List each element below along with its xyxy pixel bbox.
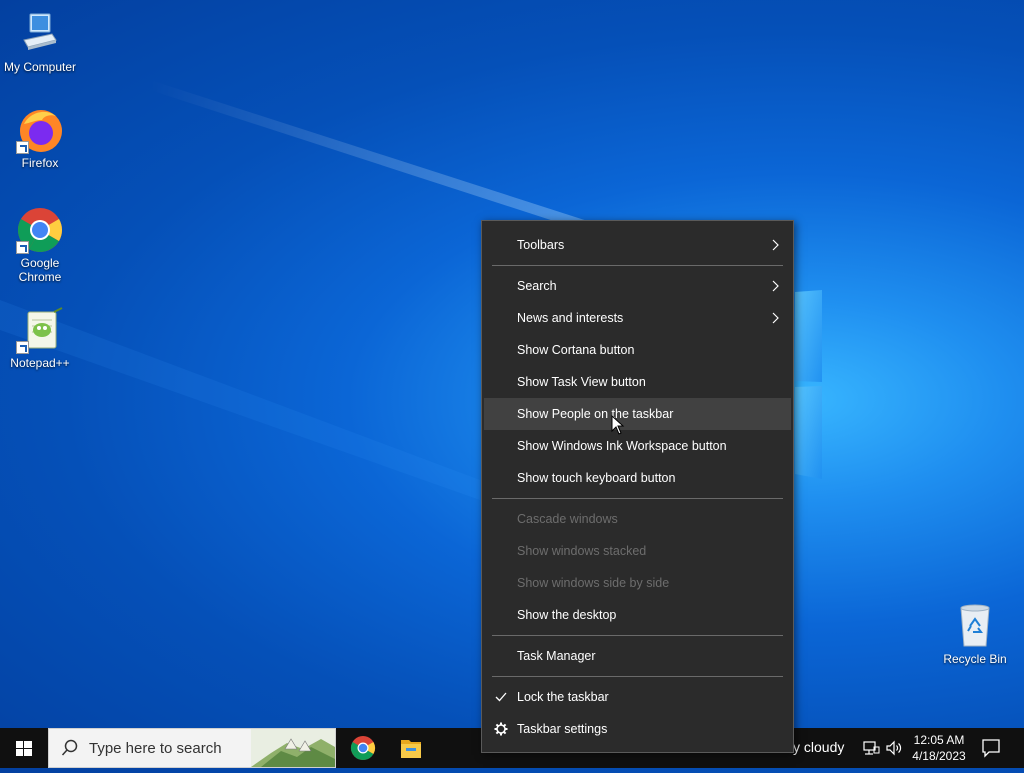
menu-item-label: Show windows side by side — [517, 576, 670, 590]
shortcut-arrow-icon — [16, 341, 29, 354]
search-icon — [61, 739, 78, 756]
taskbar-clock[interactable]: 12:05 AM 4/18/2023 — [906, 732, 972, 764]
menu-item-show-people-on-taskbar[interactable]: Show People on the taskbar — [484, 398, 791, 430]
chevron-right-icon — [772, 239, 779, 251]
firefox-icon — [16, 106, 64, 154]
menu-item-show-windows-stacked: Show windows stacked — [484, 535, 791, 567]
notepadpp-icon — [16, 306, 64, 354]
menu-item-label: Show touch keyboard button — [517, 471, 676, 485]
menu-separator — [492, 498, 783, 499]
desktop-icon-firefox[interactable]: Firefox — [0, 106, 80, 170]
desktop-icon-label: Notepad++ — [10, 356, 70, 370]
menu-item-label: Taskbar settings — [517, 722, 608, 736]
menu-item-lock-the-taskbar[interactable]: Lock the taskbar — [484, 681, 791, 713]
volume-icon[interactable] — [884, 738, 904, 758]
action-center-icon[interactable] — [980, 737, 1002, 759]
menu-separator — [492, 676, 783, 677]
menu-item-label: Show People on the taskbar — [517, 407, 674, 421]
menu-item-label: Cascade windows — [517, 512, 618, 526]
windows-logo-icon — [16, 741, 32, 756]
recycle-bin-icon — [951, 602, 999, 650]
menu-separator — [492, 265, 783, 266]
file-explorer-icon — [401, 740, 421, 758]
gear-icon — [494, 722, 508, 736]
network-icon[interactable] — [861, 738, 881, 758]
desktop-icon-google-chrome[interactable]: Google Chrome — [0, 206, 80, 284]
menu-item-label: Lock the taskbar — [517, 690, 609, 704]
search-placeholder: Type here to search — [89, 740, 222, 757]
taskbar-search-box[interactable]: Type here to search — [48, 728, 336, 768]
menu-item-label: Toolbars — [517, 238, 565, 252]
shortcut-arrow-icon — [16, 141, 29, 154]
menu-item-show-the-desktop[interactable]: Show the desktop — [484, 599, 791, 631]
menu-item-news-and-interests[interactable]: News and interests — [484, 302, 791, 334]
clock-time: 12:05 AM — [913, 733, 965, 747]
chevron-right-icon — [772, 312, 779, 324]
menu-item-show-task-view-button[interactable]: Show Task View button — [484, 366, 791, 398]
menu-item-label: Show Task View button — [517, 375, 646, 389]
desktop-icon-recycle-bin[interactable]: Recycle Bin — [935, 602, 1015, 666]
menu-item-search[interactable]: Search — [484, 270, 791, 302]
shortcut-arrow-icon — [16, 241, 29, 254]
menu-separator — [492, 635, 783, 636]
weather-widget-text[interactable]: y cloudy — [793, 739, 844, 755]
menu-item-show-cortana-button[interactable]: Show Cortana button — [484, 334, 791, 366]
menu-item-label: Show the desktop — [517, 608, 617, 622]
start-button[interactable] — [0, 728, 48, 768]
menu-item-show-windows-side-by-side: Show windows side by side — [484, 567, 791, 599]
menu-item-task-manager[interactable]: Task Manager — [484, 640, 791, 672]
chrome-icon — [16, 206, 64, 254]
chrome-icon — [350, 736, 376, 761]
desktop-icon-label: Recycle Bin — [943, 652, 1007, 666]
chevron-right-icon — [772, 280, 779, 292]
taskbar-context-menu: Toolbars Search News and interests Show … — [481, 220, 794, 753]
menu-item-toolbars[interactable]: Toolbars — [484, 229, 791, 261]
taskbar-app-chrome[interactable] — [339, 728, 387, 768]
checkmark-icon — [495, 692, 507, 702]
desktop-icon-my-computer[interactable]: My Computer — [0, 10, 80, 74]
computer-icon — [16, 10, 64, 58]
menu-item-label: Show Cortana button — [517, 343, 635, 357]
taskbar-app-file-explorer[interactable] — [387, 728, 435, 768]
mouse-cursor-icon — [611, 415, 625, 435]
menu-item-show-touch-keyboard-button[interactable]: Show touch keyboard button — [484, 462, 791, 494]
desktop-icon-notepadpp[interactable]: Notepad++ — [0, 306, 80, 370]
menu-item-taskbar-settings[interactable]: Taskbar settings — [484, 713, 791, 745]
search-highlight-illustration — [251, 729, 335, 767]
menu-item-label: Show Windows Ink Workspace button — [517, 439, 727, 453]
menu-item-label: Show windows stacked — [517, 544, 647, 558]
menu-item-label: Search — [517, 279, 557, 293]
menu-item-cascade-windows: Cascade windows — [484, 503, 791, 535]
menu-item-label: Task Manager — [517, 649, 596, 663]
desktop-icon-label: Google Chrome — [18, 256, 62, 284]
desktop-icon-label: Firefox — [21, 156, 59, 170]
desktop-icon-label: My Computer — [3, 60, 77, 74]
menu-item-show-windows-ink-workspace-button[interactable]: Show Windows Ink Workspace button — [484, 430, 791, 462]
menu-item-label: News and interests — [517, 311, 624, 325]
clock-date: 4/18/2023 — [912, 749, 966, 763]
